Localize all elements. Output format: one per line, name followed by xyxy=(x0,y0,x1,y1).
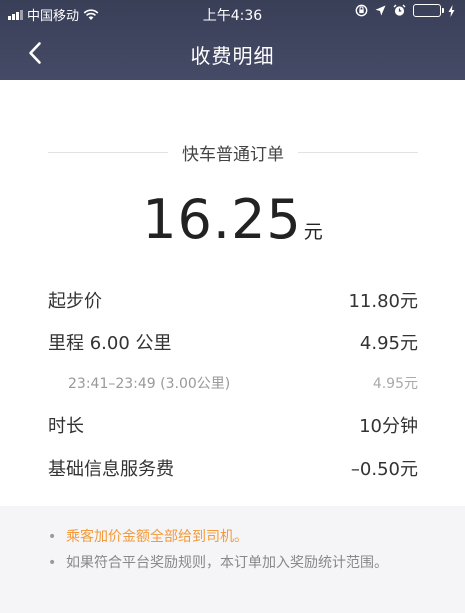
fee-label: 里程 6.00 公里 xyxy=(48,333,172,354)
amount-unit: 元 xyxy=(303,221,323,243)
charging-icon xyxy=(448,4,455,17)
fee-value: 4.95元 xyxy=(372,376,418,392)
battery-icon xyxy=(413,4,444,17)
fee-row-base-fare: 起步价 11.80元 xyxy=(48,286,418,314)
fee-label: 起步价 xyxy=(48,291,102,312)
nav-bar: 收费明细 xyxy=(0,26,465,80)
fee-row-duration: 时长 10分钟 xyxy=(48,411,418,439)
fee-value: 4.95元 xyxy=(359,333,418,354)
order-type-label: 快车普通订单 xyxy=(182,144,284,165)
note-item: • 乘客加价金额全部给到司机。 xyxy=(48,526,428,548)
header: 中国移动 上午4:36 收费明细 xyxy=(0,0,465,80)
status-bar: 中国移动 上午4:36 xyxy=(0,0,465,26)
bullet: • xyxy=(48,555,57,571)
note-text: 如果符合平台奖励规则，本订单加入奖励统计范围。 xyxy=(66,555,388,571)
location-arrow-icon xyxy=(375,5,386,16)
amount-value: 16.25 xyxy=(142,188,302,251)
alarm-icon xyxy=(393,4,406,16)
bullet: • xyxy=(48,529,57,545)
rotation-lock-icon xyxy=(355,4,368,17)
fee-row-distance-detail: 23:41–23:49 (3.00公里) 4.95元 xyxy=(48,369,418,397)
divider xyxy=(298,151,418,153)
status-right xyxy=(355,4,455,17)
order-type-heading: 快车普通订单 xyxy=(48,140,418,165)
fee-value: 11.80元 xyxy=(348,291,418,312)
divider xyxy=(48,151,168,153)
fee-label: 时长 xyxy=(48,416,84,437)
total-amount: 16.25 元 xyxy=(0,188,465,251)
fee-value: –0.50元 xyxy=(350,459,418,480)
fee-row-distance: 里程 6.00 公里 4.95元 xyxy=(48,328,418,356)
note-item: • 如果符合平台奖励规则，本订单加入奖励统计范围。 xyxy=(48,552,428,574)
page-title: 收费明细 xyxy=(190,44,275,68)
fee-value: 10分钟 xyxy=(359,416,418,437)
note-text: 乘客加价金额全部给到司机。 xyxy=(66,529,248,545)
fee-label: 基础信息服务费 xyxy=(48,459,174,480)
notes-section: • 乘客加价金额全部给到司机。 • 如果符合平台奖励规则，本订单加入奖励统计范围… xyxy=(0,506,465,613)
fee-row-info-service: 基础信息服务费 –0.50元 xyxy=(48,454,418,482)
fee-detail-card: 快车普通订单 16.25 元 起步价 11.80元 里程 6.00 公里 4.95… xyxy=(0,80,465,506)
fee-label: 23:41–23:49 (3.00公里) xyxy=(68,376,231,392)
